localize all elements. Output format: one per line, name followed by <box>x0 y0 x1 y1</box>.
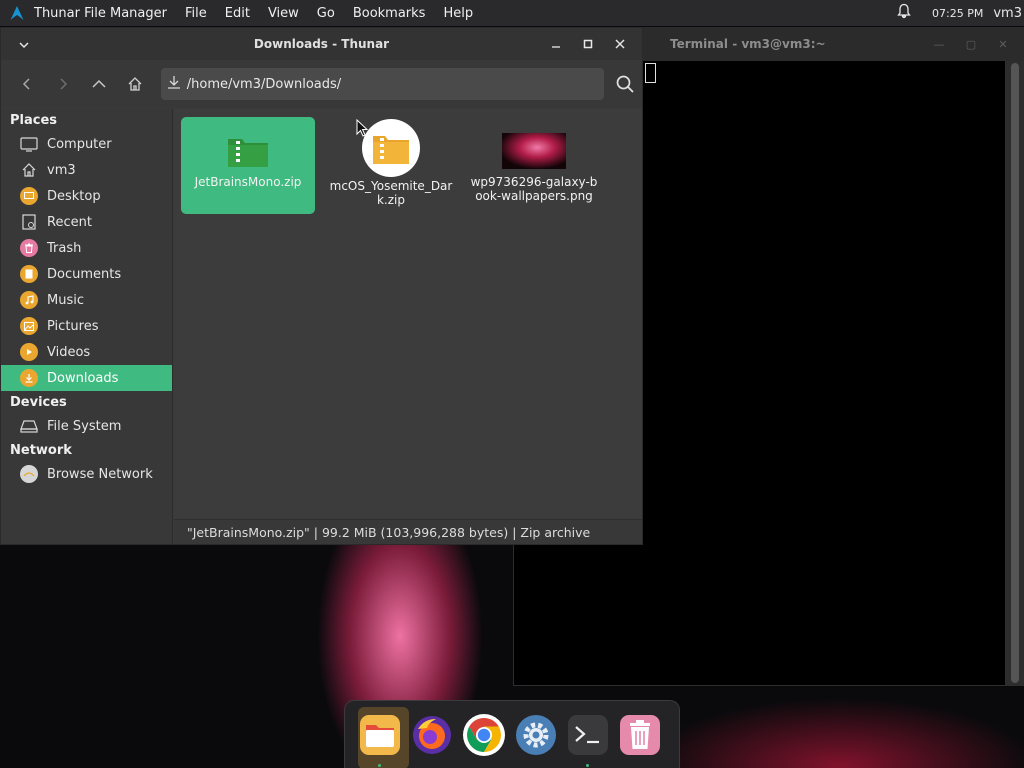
file-name: mcOS_Yosemite_Dark.zip <box>329 179 453 207</box>
terminal-title: Terminal - vm3@vm3:~ <box>670 37 826 51</box>
image-thumbnail-icon <box>502 131 566 171</box>
back-button[interactable] <box>9 68 45 100</box>
file-item-wallpaper-png[interactable]: wp9736296-galaxy-book-wallpapers.png <box>467 117 601 214</box>
trash-icon[interactable] <box>617 712 662 757</box>
maximize-button[interactable] <box>572 34 604 54</box>
sidebar-item-downloads[interactable]: Downloads <box>1 365 172 391</box>
sidebar-item-label: Documents <box>47 266 122 282</box>
home-icon <box>19 160 39 180</box>
sidebar-item-label: Music <box>47 292 84 308</box>
file-manager-icon[interactable] <box>357 712 402 767</box>
firefox-icon[interactable] <box>409 712 454 757</box>
top-panel: Thunar File Manager File Edit View Go Bo… <box>0 0 1024 26</box>
mouse-pointer-icon <box>356 118 369 141</box>
sidebar-item-label: Videos <box>47 344 91 360</box>
sidebar-item-label: Downloads <box>47 370 119 386</box>
app-name[interactable]: Thunar File Manager <box>34 6 167 21</box>
terminal-titlebar[interactable]: Terminal - vm3@vm3:~ — ▢ ✕ <box>643 27 1024 61</box>
chrome-icon[interactable] <box>461 712 506 757</box>
sidebar-item-label: Desktop <box>47 188 101 204</box>
menu-edit[interactable]: Edit <box>225 6 250 21</box>
menu-bookmarks[interactable]: Bookmarks <box>353 6 426 21</box>
sidebar-item-browse-network[interactable]: Browse Network <box>1 461 172 487</box>
terminal-icon[interactable] <box>565 712 610 767</box>
file-item-mcos-yosemite-dark-zip[interactable]: mcOS_Yosemite_Dark.zip <box>324 117 458 214</box>
sidebar-item-label: File System <box>47 418 122 434</box>
minimize-button[interactable] <box>540 34 572 54</box>
menu-file[interactable]: File <box>185 6 207 21</box>
terminal-cursor <box>645 63 656 83</box>
terminal-maximize-button[interactable]: ▢ <box>958 36 984 52</box>
terminal-close-button[interactable]: ✕ <box>990 36 1016 52</box>
file-name: wp9736296-galaxy-book-wallpapers.png <box>470 175 598 203</box>
sidebar-item-label: vm3 <box>47 162 76 178</box>
downloads-folder-icon <box>19 368 39 388</box>
settings-icon[interactable] <box>513 712 558 757</box>
dock <box>344 700 680 768</box>
file-view[interactable]: JetBrainsMono.zip mcOS_Yosemite_Dark.zip… <box>174 109 642 519</box>
up-button[interactable] <box>81 68 117 100</box>
status-bar: "JetBrainsMono.zip" | 99.2 MiB (103,996,… <box>174 519 642 544</box>
menu-help[interactable]: Help <box>443 6 473 21</box>
sidebar-section-network: Network <box>10 442 72 458</box>
sidebar-section-places: Places <box>10 112 58 128</box>
sidebar-section-devices: Devices <box>10 394 67 410</box>
sidebar-item-videos[interactable]: Videos <box>1 339 172 365</box>
toolbar: /home/vm3/Downloads/ <box>1 60 642 108</box>
sidebar-item-file-system[interactable]: File System <box>1 413 172 439</box>
download-arrow-icon <box>167 75 181 93</box>
thunar-titlebar[interactable]: Downloads - Thunar <box>1 28 642 60</box>
terminal-scrollbar[interactable] <box>1005 61 1024 686</box>
sidebar-item-desktop[interactable]: Desktop <box>1 183 172 209</box>
pictures-folder-icon <box>19 316 39 336</box>
trash-icon <box>19 238 39 258</box>
sidebar-item-label: Pictures <box>47 318 99 334</box>
file-name: JetBrainsMono.zip <box>194 175 302 189</box>
network-icon <box>19 464 39 484</box>
zip-archive-icon <box>228 131 268 171</box>
desktop-folder-icon <box>19 186 39 206</box>
home-button[interactable] <box>117 68 153 100</box>
music-folder-icon <box>19 290 39 310</box>
documents-folder-icon <box>19 264 39 284</box>
sidebar: Places Computer vm3 Desktop Recent Trash… <box>1 109 173 544</box>
sidebar-item-label: Computer <box>47 136 112 152</box>
sidebar-item-trash[interactable]: Trash <box>1 235 172 261</box>
videos-folder-icon <box>19 342 39 362</box>
sidebar-item-label: Recent <box>47 214 92 230</box>
menu-view[interactable]: View <box>268 6 299 21</box>
terminal-window[interactable]: Terminal - vm3@vm3:~ — ▢ ✕ <box>513 27 1024 686</box>
search-icon[interactable] <box>608 68 642 100</box>
file-item-jetbrainsmono-zip[interactable]: JetBrainsMono.zip <box>181 117 315 214</box>
sidebar-item-label: Trash <box>47 240 82 256</box>
close-button[interactable] <box>604 34 636 54</box>
thunar-window[interactable]: Downloads - Thunar /home/vm3/Downloads/ … <box>0 27 643 545</box>
computer-icon <box>19 134 39 154</box>
sidebar-item-pictures[interactable]: Pictures <box>1 313 172 339</box>
terminal-body-lower[interactable] <box>513 545 1005 686</box>
sidebar-item-documents[interactable]: Documents <box>1 261 172 287</box>
sidebar-item-label: Browse Network <box>47 466 153 482</box>
recent-icon <box>19 212 39 232</box>
zip-archive-icon <box>361 119 421 177</box>
sidebar-item-music[interactable]: Music <box>1 287 172 313</box>
menu-go[interactable]: Go <box>317 6 335 21</box>
location-bar[interactable]: /home/vm3/Downloads/ <box>160 68 605 100</box>
sidebar-item-recent[interactable]: Recent <box>1 209 172 235</box>
location-path[interactable]: /home/vm3/Downloads/ <box>187 77 341 92</box>
terminal-scrollbar-thumb[interactable] <box>1011 63 1019 683</box>
drive-icon <box>19 416 39 436</box>
arch-logo-icon[interactable] <box>0 6 34 20</box>
bell-icon[interactable] <box>896 3 912 23</box>
forward-button[interactable] <box>45 68 81 100</box>
sidebar-item-vm3[interactable]: vm3 <box>1 157 172 183</box>
clock[interactable]: 07:25 PM <box>932 7 983 20</box>
sidebar-item-computer[interactable]: Computer <box>1 131 172 157</box>
terminal-minimize-button[interactable]: — <box>926 36 952 52</box>
user-menu[interactable]: vm3 <box>993 6 1022 21</box>
